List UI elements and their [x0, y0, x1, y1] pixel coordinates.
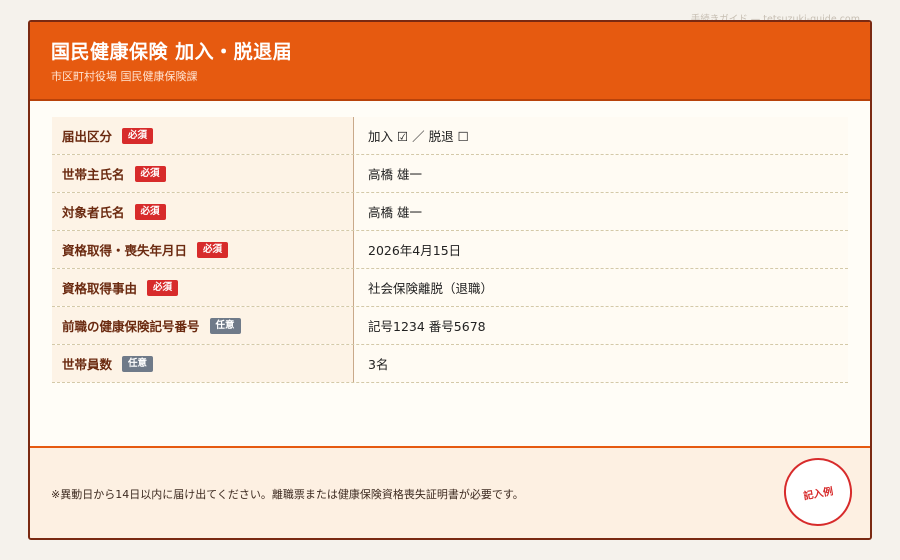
field-label-text: 世帯主氏名 [62, 167, 125, 182]
form-row-notification-type: 届出区分 必須 加入 ☑ ／ 脱退 ☐ [52, 117, 848, 155]
sample-stamp-text: 記入例 [802, 485, 835, 502]
field-value: 社会保険離脱（退職） [354, 269, 848, 306]
optional-badge: 任意 [122, 355, 154, 372]
field-value: 記号1234 番号5678 [354, 307, 848, 344]
field-label-text: 資格取得・喪失年月日 [62, 243, 188, 258]
form-table: 届出区分 必須 加入 ☑ ／ 脱退 ☐ 世帯主氏名 必須 高橋 雄一 対象者氏名… [52, 117, 848, 383]
optional-badge: 任意 [209, 317, 241, 334]
field-label-text: 届出区分 [62, 129, 113, 144]
required-badge: 必須 [147, 279, 179, 296]
field-value: 2026年4月15日 [354, 231, 848, 268]
required-badge: 必須 [134, 203, 166, 220]
field-label: 世帯員数 任意 [52, 345, 354, 382]
field-value: 加入 ☑ ／ 脱退 ☐ [354, 117, 848, 154]
form-card: 国民健康保険 加入・脱退届 市区町村役場 国民健康保険課 届出区分 必須 加入 … [28, 20, 872, 540]
field-value: 高橋 雄一 [354, 155, 848, 192]
field-value: 3名 [354, 345, 848, 382]
field-label-text: 前職の健康保険記号番号 [62, 319, 200, 334]
field-label: 資格取得事由 必須 [52, 269, 354, 306]
field-label-text: 世帯員数 [62, 357, 113, 372]
form-subtitle: 市区町村役場 国民健康保険課 [51, 70, 198, 83]
form-row-previous-insurance-number: 前職の健康保険記号番号 任意 記号1234 番号5678 [52, 307, 848, 345]
form-header: 国民健康保険 加入・脱退届 市区町村役場 国民健康保険課 [30, 22, 870, 101]
form-title: 国民健康保険 加入・脱退届 [51, 41, 293, 63]
required-badge: 必須 [197, 241, 229, 258]
field-label-text: 対象者氏名 [62, 205, 125, 220]
field-label: 届出区分 必須 [52, 117, 354, 154]
field-label-text: 資格取得事由 [62, 281, 138, 296]
form-footer: ※異動日から14日以内に届け出てください。離職票または健康保険資格喪失証明書が必… [30, 446, 870, 538]
field-label: 前職の健康保険記号番号 任意 [52, 307, 354, 344]
form-row-householder-name: 世帯主氏名 必須 高橋 雄一 [52, 155, 848, 193]
form-row-household-members: 世帯員数 任意 3名 [52, 345, 848, 383]
field-label: 資格取得・喪失年月日 必須 [52, 231, 354, 268]
field-label: 対象者氏名 必須 [52, 193, 354, 230]
form-row-qualification-reason: 資格取得事由 必須 社会保険離脱（退職） [52, 269, 848, 307]
required-badge: 必須 [134, 165, 166, 182]
form-row-qualification-date: 資格取得・喪失年月日 必須 2026年4月15日 [52, 231, 848, 269]
required-badge: 必須 [122, 127, 154, 144]
sample-stamp: 記入例 [778, 452, 858, 532]
field-label: 世帯主氏名 必須 [52, 155, 354, 192]
footer-note: ※異動日から14日以内に届け出てください。離職票または健康保険資格喪失証明書が必… [51, 488, 524, 501]
field-value: 高橋 雄一 [354, 193, 848, 230]
form-row-subject-name: 対象者氏名 必須 高橋 雄一 [52, 193, 848, 231]
